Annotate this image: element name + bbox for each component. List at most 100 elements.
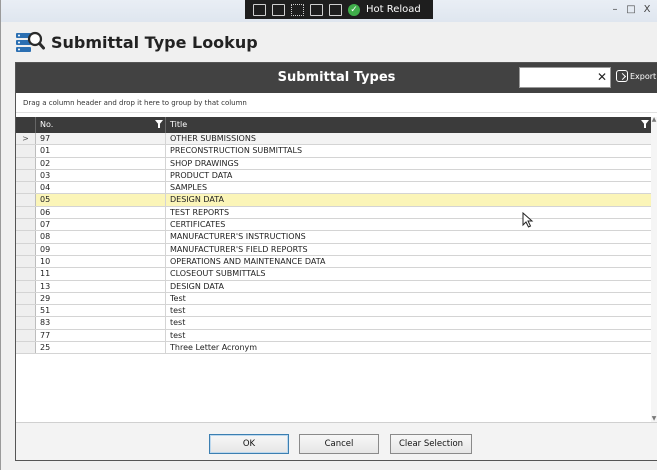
cell-title: Three Letter Acronym [170,343,258,353]
filter-icon[interactable] [641,120,649,129]
row-indicator [16,206,36,219]
show-in-app-toolbar-icon[interactable] [272,3,285,16]
cell-no: 04 [36,182,166,194]
cell-no: 25 [36,342,166,354]
table-row[interactable]: 13 DESIGN DATA [16,280,657,293]
debug-toolbar: ✓ Hot Reload [245,0,433,19]
row-indicator [16,255,36,268]
cell-no: 08 [36,231,166,243]
table-row[interactable]: 09 MANUFACTURER'S FIELD REPORTS [16,243,657,256]
row-indicator [16,231,36,243]
cell-no: 06 [36,206,166,219]
cell-no: 97 [36,133,166,145]
cell-title: test [170,330,186,340]
mouse-cursor-icon [522,212,534,228]
submittal-types-panel: Submittal Types ✕ Export Drag a column h… [15,62,657,461]
cancel-button[interactable]: Cancel [299,434,379,454]
cell-no: 51 [36,305,166,317]
cell-title: OTHER SUBMISSIONS [170,134,256,143]
scroll-up-icon[interactable]: ▲ [651,117,657,123]
table-row[interactable]: 29 Test [16,292,657,306]
cell-title: CLOSEOUT SUBMITTALS [170,269,266,279]
column-header-no-label: No. [40,120,54,129]
group-by-panel[interactable]: Drag a column header and drop it here to… [16,93,657,113]
row-indicator [16,280,36,292]
title-strip: ✓ Hot Reload – □ X [1,0,657,22]
grid-rows: > 97 OTHER SUBMISSIONS 01 PRECONSTRUCTION… [16,133,657,355]
table-row[interactable]: 08 MANUFACTURER'S INSTRUCTIONS [16,231,657,244]
table-row[interactable]: 77 test [16,329,657,343]
cell-no: 11 [36,268,166,280]
table-row[interactable]: 05 DESIGN DATA [16,194,657,207]
database-search-icon [15,29,45,55]
row-indicator [16,342,36,354]
close-button[interactable]: X [640,4,654,16]
row-indicator [16,169,36,182]
clear-selection-button[interactable]: Clear Selection [390,434,472,454]
row-indicator [16,317,36,329]
dialog-title: Submittal Type Lookup [51,32,258,52]
table-row[interactable]: 25 Three Letter Acronym [16,342,657,355]
cell-title: PRODUCT DATA [170,170,233,180]
export-button[interactable]: Export [616,70,656,82]
row-indicator [16,243,36,255]
submittal-types-grid: No. Title > 97 OTHER SUBMISSIONS 01 PRECO… [16,117,657,355]
dialog-header: Submittal Type Lookup [9,22,657,62]
lookup-window: ✓ Hot Reload – □ X Submittal Type Lookup [0,0,657,470]
track-focus-icon[interactable] [329,3,342,16]
current-row-indicator: > [16,133,36,145]
maximize-button[interactable]: □ [624,4,638,16]
vertical-scrollbar[interactable]: ▲ ▼ [651,117,657,422]
search-input[interactable]: ✕ [519,67,611,88]
export-icon [616,70,628,82]
row-indicator [16,219,36,231]
cell-title: SHOP DRAWINGS [170,158,239,168]
clear-search-icon[interactable]: ✕ [597,69,607,86]
table-row[interactable]: 10 OPERATIONS AND MAINTENANCE DATA [16,255,657,269]
cell-no: 13 [36,280,166,292]
table-row[interactable]: 51 test [16,305,657,318]
table-row[interactable]: 01 PRECONSTRUCTION SUBMITTALS [16,145,657,158]
minimize-button[interactable]: – [608,4,622,16]
cell-title: DESIGN DATA [170,281,224,291]
hot-reload-label[interactable]: Hot Reload [366,4,421,15]
row-indicator [16,182,36,194]
go-to-live-visual-tree-icon[interactable] [253,3,266,16]
cell-title: DESIGN DATA [170,195,224,205]
column-header-title[interactable]: Title [166,117,653,133]
cell-no: 02 [36,157,166,169]
cell-no: 29 [36,292,166,305]
dialog-footer: OK Cancel Clear Selection [16,422,657,460]
table-row[interactable]: 07 CERTIFICATES [16,219,657,232]
cell-no: 10 [36,255,166,268]
table-row[interactable]: 02 SHOP DRAWINGS [16,157,657,170]
filter-icon[interactable] [155,120,163,129]
row-indicator [16,292,36,305]
cell-no: 03 [36,169,166,182]
column-header-title-label: Title [170,120,188,129]
cell-title: test [170,318,186,328]
cell-title: TEST REPORTS [170,207,230,217]
cell-no: 05 [36,194,166,206]
hot-reload-status-icon: ✓ [348,3,360,16]
table-row[interactable]: 83 test [16,317,657,330]
table-row[interactable]: 11 CLOSEOUT SUBMITTALS [16,268,657,281]
cell-title: PRECONSTRUCTION SUBMITTALS [170,146,303,156]
display-layout-adorners-icon[interactable] [310,3,323,16]
table-row[interactable]: 06 TEST REPORTS [16,206,657,220]
grid-header: No. Title [16,117,657,133]
panel-header-bar: Submittal Types ✕ Export [16,63,657,93]
select-element-icon[interactable] [291,3,304,16]
table-row[interactable]: 03 PRODUCT DATA [16,169,657,183]
table-row[interactable]: > 97 OTHER SUBMISSIONS [16,133,657,146]
cell-title: MANUFACTURER'S FIELD REPORTS [170,244,308,254]
row-indicator [16,157,36,169]
table-row[interactable]: 04 SAMPLES [16,182,657,195]
row-indicator [16,145,36,157]
column-header-no[interactable]: No. [36,117,166,133]
export-label: Export [630,71,657,81]
cell-title: test [170,306,186,316]
cell-no: 83 [36,317,166,329]
ok-button[interactable]: OK [209,434,289,454]
row-indicator [16,194,36,206]
